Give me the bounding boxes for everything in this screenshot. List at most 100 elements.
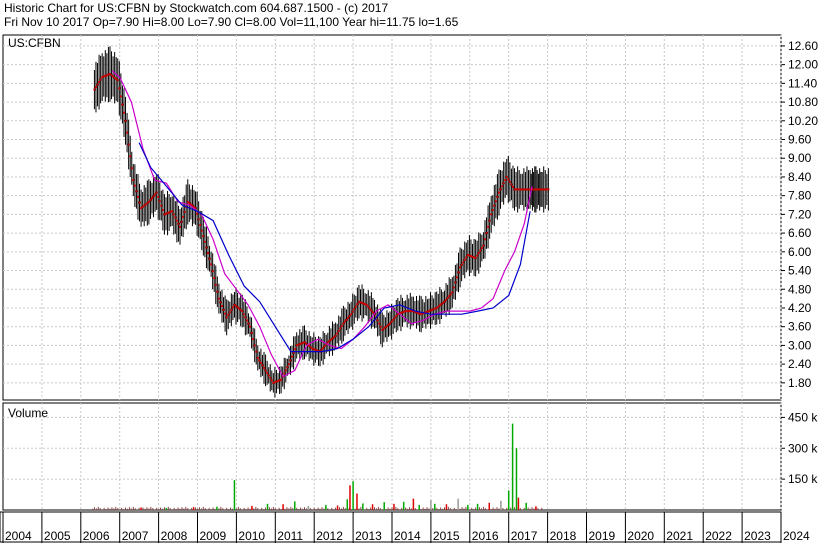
- price-tick-label: 6.60: [788, 226, 812, 240]
- volume-tick-label: 150 k: [788, 472, 818, 486]
- close-mark: [445, 298, 448, 301]
- close-mark: [443, 300, 446, 303]
- close-mark: [294, 348, 297, 351]
- close-mark: [267, 374, 270, 377]
- close-mark: [152, 195, 155, 198]
- close-mark: [343, 320, 346, 323]
- close-mark: [129, 155, 132, 158]
- close-mark: [211, 270, 214, 273]
- close-mark: [177, 222, 180, 225]
- close-mark: [255, 350, 258, 353]
- price-tick-label: 3.00: [788, 338, 812, 352]
- close-mark: [510, 183, 513, 186]
- close-mark: [130, 167, 133, 170]
- x-tick-label: 2021: [666, 529, 693, 543]
- close-mark: [256, 356, 259, 359]
- close-mark: [227, 313, 230, 316]
- x-tick-label: 2022: [705, 529, 732, 543]
- x-tick-label: 2023: [744, 529, 771, 543]
- close-mark: [351, 310, 354, 313]
- close-mark: [395, 315, 398, 318]
- close-mark: [465, 256, 468, 259]
- close-mark: [336, 332, 339, 335]
- close-mark: [133, 184, 136, 187]
- close-mark: [280, 378, 283, 381]
- close-mark: [259, 361, 262, 364]
- x-tick-label: 2015: [433, 529, 460, 543]
- close-mark: [116, 79, 119, 82]
- close-mark: [217, 297, 220, 300]
- close-mark: [183, 210, 186, 213]
- close-mark: [214, 283, 217, 286]
- close-mark: [138, 201, 141, 204]
- close-mark: [150, 197, 153, 200]
- close-mark: [154, 193, 157, 196]
- x-tick-label: 2017: [511, 529, 538, 543]
- close-mark: [350, 313, 353, 316]
- close-mark: [175, 219, 178, 222]
- close-mark: [205, 246, 208, 249]
- close-mark: [291, 355, 294, 358]
- close-mark: [283, 372, 286, 375]
- price-tick-label: 1.80: [788, 376, 812, 390]
- close-mark: [323, 345, 326, 348]
- close-mark: [147, 200, 150, 203]
- close-mark: [221, 305, 224, 308]
- close-mark: [322, 346, 325, 349]
- close-mark: [289, 359, 292, 362]
- price-tick-label: 6.00: [788, 245, 812, 259]
- close-mark: [496, 195, 499, 198]
- close-mark: [263, 366, 266, 369]
- close-mark: [155, 191, 158, 194]
- price-tick-label: 5.40: [788, 264, 812, 278]
- close-mark: [222, 308, 225, 311]
- close-mark: [122, 111, 125, 114]
- close-mark: [476, 254, 479, 257]
- price-tick-label: 9.60: [788, 133, 812, 147]
- close-mark: [124, 119, 127, 122]
- x-tick-label: 2007: [122, 529, 149, 543]
- x-tick-label: 2004: [5, 529, 32, 543]
- close-mark: [340, 325, 343, 328]
- close-mark: [491, 209, 494, 212]
- close-mark: [452, 286, 455, 289]
- close-mark: [392, 318, 395, 321]
- close-mark: [94, 86, 97, 89]
- volume-panel-label: Volume: [8, 406, 48, 420]
- close-mark: [230, 308, 233, 311]
- close-mark: [487, 225, 490, 228]
- close-mark: [216, 290, 219, 293]
- close-mark: [286, 366, 289, 369]
- close-mark: [454, 281, 457, 284]
- close-mark: [171, 210, 174, 213]
- close-mark: [174, 216, 177, 219]
- close-mark: [378, 322, 381, 325]
- close-mark: [334, 335, 337, 338]
- close-mark: [228, 311, 231, 314]
- close-mark: [501, 185, 504, 188]
- close-mark: [483, 238, 486, 241]
- x-tick-label: 2010: [238, 529, 265, 543]
- close-mark: [208, 257, 211, 260]
- close-mark: [172, 213, 175, 216]
- price-tick-label: 12.60: [788, 39, 818, 53]
- close-mark: [225, 316, 228, 319]
- close-mark: [508, 180, 511, 183]
- close-mark: [455, 276, 458, 279]
- close-mark: [337, 330, 340, 333]
- x-tick-label: 2014: [394, 529, 421, 543]
- x-tick-label: 2013: [355, 529, 382, 543]
- close-mark: [371, 311, 374, 314]
- close-mark: [379, 325, 382, 328]
- close-mark: [459, 266, 462, 269]
- close-mark: [488, 219, 491, 222]
- close-mark: [457, 271, 460, 274]
- close-mark: [547, 188, 550, 191]
- price-panel-label: US:CFBN: [8, 36, 61, 50]
- close-mark: [244, 316, 247, 319]
- close-mark: [502, 182, 505, 185]
- price-tick-label: 3.60: [788, 320, 812, 334]
- price-tick-label: 12.00: [788, 58, 818, 72]
- close-mark: [96, 83, 99, 86]
- close-mark: [158, 200, 161, 203]
